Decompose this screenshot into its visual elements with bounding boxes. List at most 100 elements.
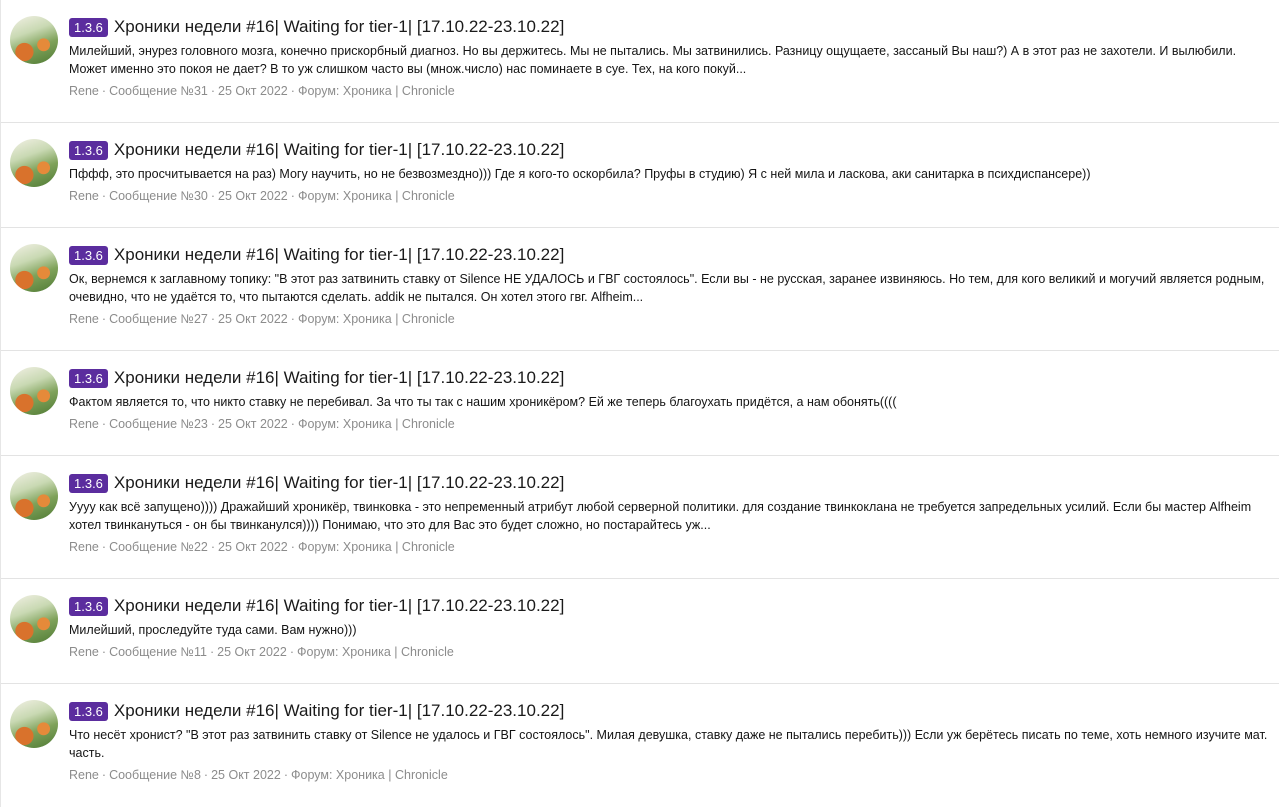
author-link[interactable]: Rene [69, 312, 99, 326]
forum-alt-link[interactable]: Chronicle [402, 540, 455, 554]
forum-alt-link[interactable]: Chronicle [402, 417, 455, 431]
forum-alt-link[interactable]: Chronicle [395, 768, 448, 782]
forum-separator: | [388, 768, 392, 782]
result-title-link[interactable]: Хроники недели #16| Waiting for tier-1| … [114, 140, 564, 160]
forum-separator: | [395, 312, 399, 326]
message-link[interactable]: Сообщение №22 [109, 540, 208, 554]
forum-separator: | [394, 645, 398, 659]
result-body: 1.3.6 Хроники недели #16| Waiting for ti… [69, 700, 1271, 807]
result-body: 1.3.6 Хроники недели #16| Waiting for ti… [69, 16, 1271, 122]
result-row: 1.3.6 Хроники недели #16| Waiting for ti… [1, 456, 1279, 579]
author-link[interactable]: Rene [69, 189, 99, 203]
forum-link[interactable]: Хроника [343, 540, 392, 554]
result-body: 1.3.6 Хроники недели #16| Waiting for ti… [69, 244, 1271, 350]
version-badge[interactable]: 1.3.6 [69, 473, 108, 493]
avatar[interactable] [10, 16, 58, 64]
post-date: 25 Окт 2022 [218, 417, 288, 431]
avatar[interactable] [10, 595, 58, 643]
forum-separator: | [395, 417, 399, 431]
forum-link[interactable]: Хроника [336, 768, 385, 782]
result-snippet: Пффф, это просчитывается на раз) Могу на… [69, 167, 1091, 181]
forum-alt-link[interactable]: Chronicle [402, 189, 455, 203]
author-link[interactable]: Rene [69, 645, 99, 659]
message-link[interactable]: Сообщение №8 [109, 768, 201, 782]
post-date: 25 Окт 2022 [218, 312, 288, 326]
result-title-link[interactable]: Хроники недели #16| Waiting for tier-1| … [114, 368, 564, 388]
avatar[interactable] [10, 700, 58, 748]
result-title-link[interactable]: Хроники недели #16| Waiting for tier-1| … [114, 17, 564, 37]
forum-separator: | [395, 84, 399, 98]
result-row: 1.3.6 Хроники недели #16| Waiting for ti… [1, 351, 1279, 456]
author-link[interactable]: Rene [69, 540, 99, 554]
result-title-line: 1.3.6 Хроники недели #16| Waiting for ti… [69, 472, 1271, 494]
version-badge[interactable]: 1.3.6 [69, 140, 108, 160]
forum-link[interactable]: Хроника [343, 189, 392, 203]
result-title-link[interactable]: Хроники недели #16| Waiting for tier-1| … [114, 245, 564, 265]
result-title-line: 1.3.6 Хроники недели #16| Waiting for ti… [69, 139, 1271, 161]
forum-link[interactable]: Хроника [343, 312, 392, 326]
message-link[interactable]: Сообщение №27 [109, 312, 208, 326]
forum-label: Форум: [290, 768, 333, 782]
version-badge[interactable]: 1.3.6 [69, 596, 108, 616]
version-badge[interactable]: 1.3.6 [69, 245, 108, 265]
message-link[interactable]: Сообщение №23 [109, 417, 208, 431]
result-meta: Rene · Сообщение №8 · 25 Окт 2022 · Форум: Хро… [69, 768, 448, 782]
search-results-list: 1.3.6 Хроники недели #16| Waiting for ti… [0, 0, 1279, 807]
post-date: 25 Окт 2022 [217, 645, 287, 659]
forum-link[interactable]: Хроника [343, 84, 392, 98]
result-snippet: Ок, вернемся к заглавному топику: "В это… [69, 272, 1265, 304]
result-snippet: Милейший, энурез головного мозга, конечн… [69, 44, 1237, 76]
author-link[interactable]: Rene [69, 84, 99, 98]
message-link[interactable]: Сообщение №30 [109, 189, 208, 203]
author-link[interactable]: Rene [69, 417, 99, 431]
author-link[interactable]: Rene [69, 768, 99, 782]
result-title-line: 1.3.6 Хроники недели #16| Waiting for ti… [69, 700, 1271, 722]
post-date: 25 Окт 2022 [211, 768, 281, 782]
result-title-link[interactable]: Хроники недели #16| Waiting for tier-1| … [114, 596, 564, 616]
result-body: 1.3.6 Хроники недели #16| Waiting for ti… [69, 472, 1271, 578]
result-snippet: Милейший, проследуйте туда сами. Вам нуж… [69, 623, 357, 637]
result-title-line: 1.3.6 Хроники недели #16| Waiting for ti… [69, 244, 1271, 266]
result-meta: Rene · Сообщение №31 · 25 Окт 2022 · Форум: Хр… [69, 84, 455, 98]
result-body: 1.3.6 Хроники недели #16| Waiting for ti… [69, 595, 1271, 683]
version-badge[interactable]: 1.3.6 [69, 368, 108, 388]
result-title-line: 1.3.6 Хроники недели #16| Waiting for ti… [69, 367, 1271, 389]
message-link[interactable]: Сообщение №11 [109, 645, 207, 659]
version-badge[interactable]: 1.3.6 [69, 17, 108, 37]
result-meta: Rene · Сообщение №22 · 25 Окт 2022 · Форум: Хр… [69, 540, 455, 554]
forum-label: Форум: [297, 540, 340, 554]
result-row: 1.3.6 Хроники недели #16| Waiting for ti… [1, 228, 1279, 351]
post-date: 25 Окт 2022 [218, 84, 288, 98]
result-title-line: 1.3.6 Хроники недели #16| Waiting for ti… [69, 16, 1271, 38]
forum-alt-link[interactable]: Chronicle [402, 84, 455, 98]
result-title-line: 1.3.6 Хроники недели #16| Waiting for ti… [69, 595, 1271, 617]
result-meta: Rene · Сообщение №30 · 25 Окт 2022 · Форум: Хр… [69, 189, 455, 203]
result-meta: Rene · Сообщение №23 · 25 Окт 2022 · Форум: Хр… [69, 417, 455, 431]
result-snippet: Фактом является то, что никто ставку не … [69, 395, 897, 409]
avatar[interactable] [10, 472, 58, 520]
forum-alt-link[interactable]: Chronicle [402, 312, 455, 326]
avatar[interactable] [10, 244, 58, 292]
version-badge[interactable]: 1.3.6 [69, 701, 108, 721]
forum-separator: | [395, 189, 399, 203]
result-title-link[interactable]: Хроники недели #16| Waiting for tier-1| … [114, 473, 564, 493]
forum-label: Форум: [297, 417, 340, 431]
result-body: 1.3.6 Хроники недели #16| Waiting for ti… [69, 367, 1271, 455]
result-title-link[interactable]: Хроники недели #16| Waiting for tier-1| … [114, 701, 564, 721]
result-body: 1.3.6 Хроники недели #16| Waiting for ti… [69, 139, 1271, 227]
result-meta: Rene · Сообщение №27 · 25 Окт 2022 · Форум: Хр… [69, 312, 455, 326]
forum-label: Форум: [297, 84, 340, 98]
result-meta: Rene · Сообщение №11 · 25 Окт 2022 · Форум: Хр… [69, 645, 454, 659]
forum-alt-link[interactable]: Chronicle [401, 645, 454, 659]
post-date: 25 Окт 2022 [218, 189, 288, 203]
forum-separator: | [395, 540, 399, 554]
avatar[interactable] [10, 139, 58, 187]
forum-link[interactable]: Хроника [342, 645, 391, 659]
result-snippet: Что несёт хронист? "В этот раз затвинить… [69, 728, 1268, 760]
message-link[interactable]: Сообщение №31 [109, 84, 208, 98]
forum-link[interactable]: Хроника [343, 417, 392, 431]
forum-label: Форум: [297, 189, 340, 203]
forum-label: Форум: [297, 312, 340, 326]
avatar[interactable] [10, 367, 58, 415]
forum-label: Форум: [297, 645, 339, 659]
